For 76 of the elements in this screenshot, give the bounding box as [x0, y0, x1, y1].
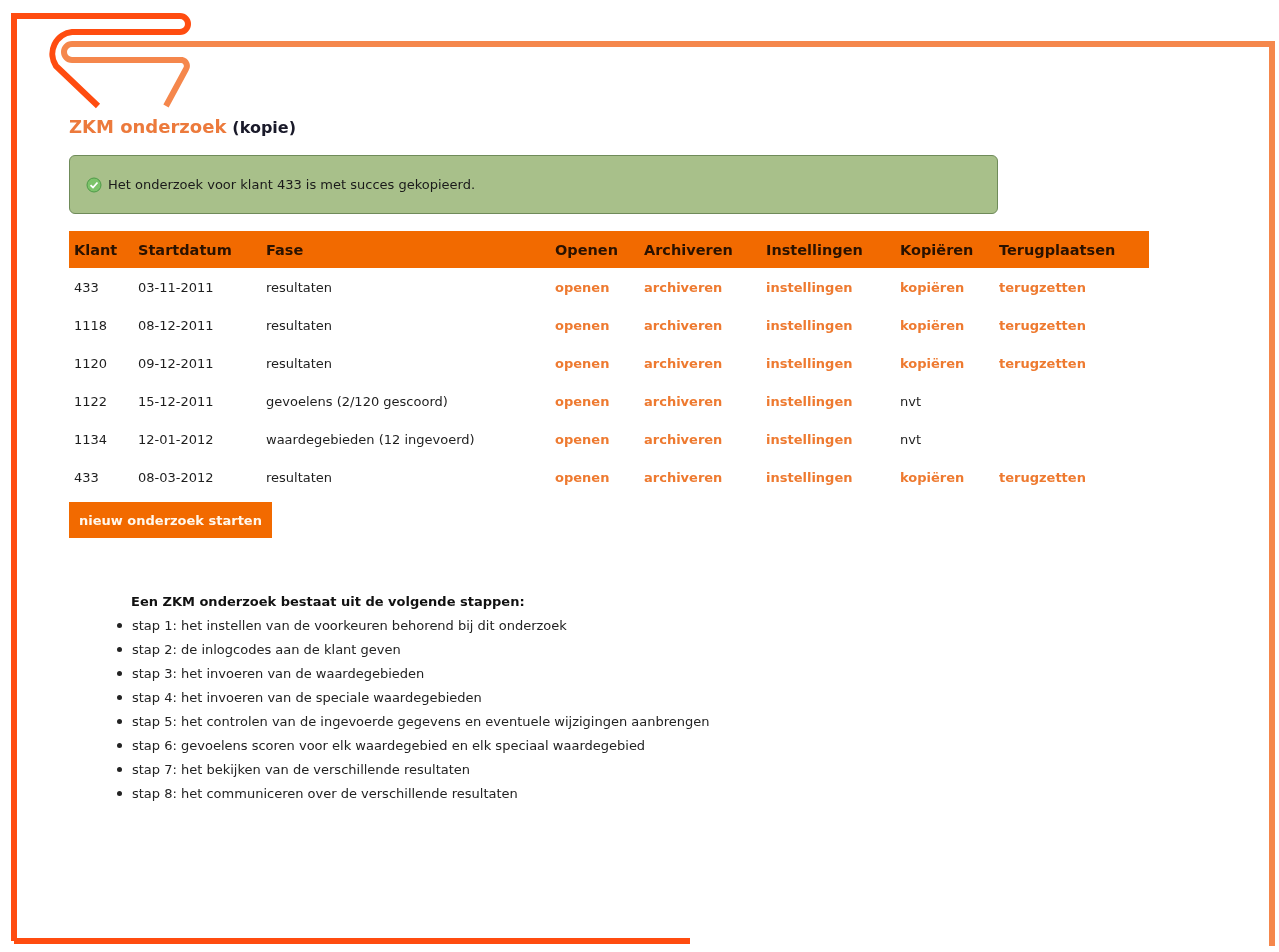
step-text: stap 4: het invoeren van de speciale waardegebieden	[132, 689, 482, 705]
column-header: Openen	[550, 231, 639, 268]
step-text: stap 8: het communiceren over de verschillende resultaten	[132, 785, 518, 801]
table-cell: gevoelens (2/120 gescoord)	[266, 393, 448, 409]
action-link[interactable]: archiveren	[644, 317, 723, 333]
bullet-icon	[117, 670, 122, 676]
table-cell: 1134	[74, 431, 108, 447]
table-cell: 09-12-2011	[138, 355, 214, 371]
table-cell: 1120	[74, 355, 108, 371]
action-link[interactable]: terugzetten	[999, 279, 1086, 295]
step-text: stap 5: het controlen van de ingevoerde gegevens en eventuele wijzigingen aanbrengen	[132, 713, 710, 729]
table-cell: resultaten	[266, 355, 333, 371]
column-header: Instellingen	[761, 231, 895, 268]
action-link[interactable]: openen	[555, 317, 610, 333]
step-text: stap 2: de inlogcodes aan de klant geven	[132, 641, 401, 657]
bullet-icon	[117, 766, 122, 772]
action-link[interactable]: instellingen	[766, 431, 853, 447]
action-link[interactable]: openen	[555, 393, 610, 409]
action-link[interactable]: terugzetten	[999, 317, 1086, 333]
column-header: Kopiëren	[895, 231, 994, 268]
bullet-icon	[117, 622, 122, 628]
table-cell: 08-12-2011	[138, 317, 214, 333]
bullet-icon	[117, 646, 122, 652]
action-link[interactable]: openen	[555, 431, 610, 447]
table-cell: nvt	[900, 393, 922, 409]
table-cell: nvt	[900, 431, 922, 447]
action-link[interactable]: openen	[555, 279, 610, 295]
action-link[interactable]: archiveren	[644, 393, 723, 409]
table-cell: resultaten	[266, 469, 333, 485]
action-link[interactable]: openen	[555, 469, 610, 485]
column-header: Terugplaatsen	[994, 231, 1149, 268]
column-header: Klant	[69, 231, 133, 268]
check-icon	[86, 176, 102, 193]
table-cell: 12-01-2012	[138, 431, 214, 447]
bullet-icon	[117, 718, 122, 724]
table-cell: 433	[74, 279, 99, 295]
table-cell: resultaten	[266, 317, 333, 333]
action-link[interactable]: instellingen	[766, 393, 853, 409]
action-link[interactable]: instellingen	[766, 355, 853, 371]
bullet-icon	[117, 790, 122, 796]
new-study-button[interactable]: nieuw onderzoek starten	[69, 502, 272, 538]
table-cell: waardegebieden (12 ingevoerd)	[266, 431, 475, 447]
action-link[interactable]: archiveren	[644, 355, 723, 371]
table-cell: 03-11-2011	[138, 279, 214, 295]
action-link[interactable]: kopiëren	[900, 355, 965, 371]
action-link[interactable]: instellingen	[766, 279, 853, 295]
action-link[interactable]: openen	[555, 355, 610, 371]
action-link[interactable]: archiveren	[644, 469, 723, 485]
column-header: Archiveren	[639, 231, 761, 268]
steps-heading: Een ZKM onderzoek bestaat uit de volgende stappen:	[131, 594, 526, 609]
action-link[interactable]: instellingen	[766, 317, 853, 333]
step-text: stap 1: het instellen van de voorkeuren behorend bij dit onderzoek	[132, 617, 567, 633]
table-cell: 15-12-2011	[138, 393, 214, 409]
page-title: ZKM onderzoek	[69, 116, 227, 137]
column-header: Fase	[261, 231, 550, 268]
action-link[interactable]: archiveren	[644, 279, 723, 295]
action-link[interactable]: terugzetten	[999, 355, 1086, 371]
message-text: Het onderzoek voor klant 433 is met succes gekopieerd.	[108, 177, 476, 192]
action-link[interactable]: instellingen	[766, 469, 853, 485]
table-cell: 1122	[74, 393, 108, 409]
bullet-icon	[117, 742, 122, 748]
table-cell: resultaten	[266, 279, 333, 295]
action-link[interactable]: kopiëren	[900, 469, 965, 485]
action-link[interactable]: kopiëren	[900, 279, 965, 295]
step-text: stap 6: gevoelens scoren voor elk waardegebied en elk speciaal waardegebied	[132, 737, 646, 753]
table-cell: 08-03-2012	[138, 469, 214, 485]
step-text: stap 7: het bekijken van de verschillende resultaten	[132, 761, 471, 777]
table-cell: 1118	[74, 317, 108, 333]
action-link[interactable]: terugzetten	[999, 469, 1086, 485]
bullet-icon	[117, 694, 122, 700]
action-link[interactable]: archiveren	[644, 431, 723, 447]
column-header: Startdatum	[133, 231, 261, 268]
table-cell: 433	[74, 469, 99, 485]
action-link[interactable]: kopiëren	[900, 317, 965, 333]
page-subtitle: (kopie)	[232, 118, 296, 137]
step-text: stap 3: het invoeren van de waardegebieden	[132, 665, 425, 681]
